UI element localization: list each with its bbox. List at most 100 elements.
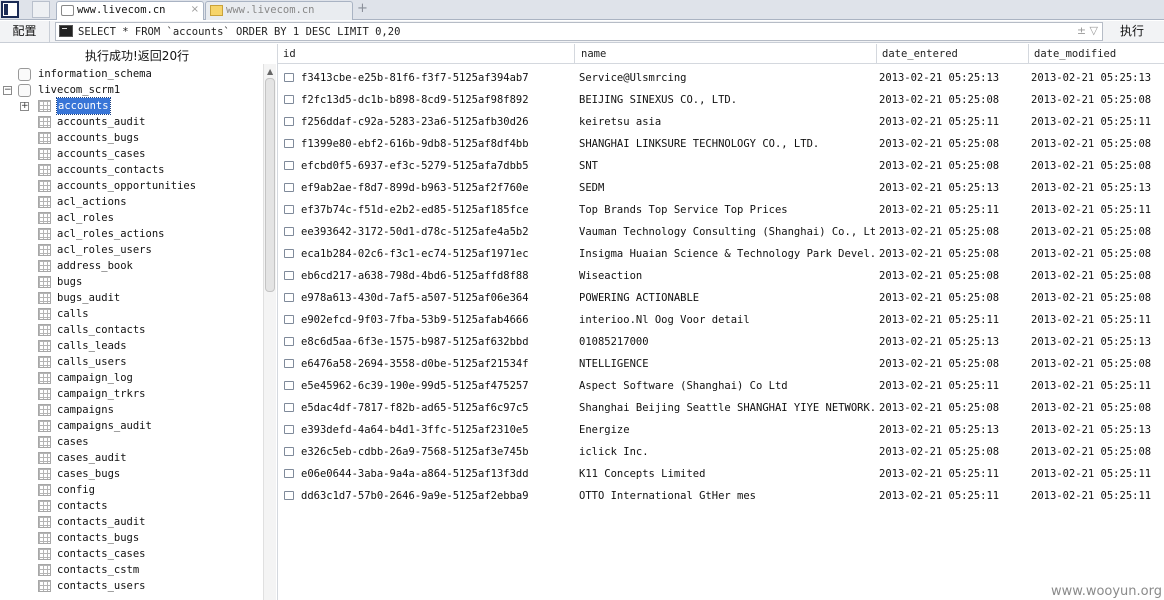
cell-date-entered[interactable]: 2013-02-21 05:25:11 bbox=[879, 485, 1027, 507]
cell-name[interactable]: Insigma Huaian Science & Technology Park… bbox=[579, 243, 875, 265]
cell-date-modified[interactable]: 2013-02-21 05:25:08 bbox=[1031, 243, 1164, 265]
cell-name[interactable]: SNT bbox=[579, 155, 875, 177]
tree-table-item[interactable]: + accounts bbox=[0, 97, 262, 115]
cell-name[interactable]: Wiseaction bbox=[579, 265, 875, 287]
table-row[interactable]: e5e45962-6c39-190e-99d5-5125af475257 Aspe… bbox=[278, 375, 1164, 397]
tree-db-livecom-scrm1[interactable]: − livecom_scrm1 bbox=[0, 82, 262, 98]
row-checkbox[interactable] bbox=[284, 447, 294, 456]
table-row[interactable]: e06e0644-3aba-9a4a-a864-5125af13f3dd K11 … bbox=[278, 463, 1164, 485]
tree-table-item[interactable]: address_book bbox=[0, 258, 262, 274]
table-row[interactable]: eb6cd217-a638-798d-4bd6-5125affd8f88 Wise… bbox=[278, 265, 1164, 287]
table-row[interactable]: e6476a58-2694-3558-d0be-5125af21534f NTEL… bbox=[278, 353, 1164, 375]
tree-table-item[interactable]: calls bbox=[0, 306, 262, 322]
tree-table-item[interactable]: cases_bugs bbox=[0, 466, 262, 482]
cell-date-modified[interactable]: 2013-02-21 05:25:08 bbox=[1031, 397, 1164, 419]
cell-id[interactable]: e8c6d5aa-6f3e-1575-b987-5125af632bbd bbox=[301, 331, 571, 353]
row-checkbox[interactable] bbox=[284, 117, 294, 126]
cell-id[interactable]: e5dac4df-7817-f82b-ad65-5125af6c97c5 bbox=[301, 397, 571, 419]
table-row[interactable]: f2fc13d5-dc1b-b898-8cd9-5125af98f892 BEIJ… bbox=[278, 89, 1164, 111]
cell-name[interactable]: BEIJING SINEXUS CO., LTD. bbox=[579, 89, 875, 111]
cell-id[interactable]: f2fc13d5-dc1b-b898-8cd9-5125af98f892 bbox=[301, 89, 571, 111]
tree-table-item[interactable]: contacts_cases bbox=[0, 546, 262, 562]
cell-date-modified[interactable]: 2013-02-21 05:25:08 bbox=[1031, 287, 1164, 309]
row-checkbox[interactable] bbox=[284, 73, 294, 82]
cell-id[interactable]: e6476a58-2694-3558-d0be-5125af21534f bbox=[301, 353, 571, 375]
cell-date-entered[interactable]: 2013-02-21 05:25:08 bbox=[879, 265, 1027, 287]
panel-toggle-icon[interactable] bbox=[1, 1, 19, 18]
tree-table-item[interactable]: bugs bbox=[0, 274, 262, 290]
cell-id[interactable]: ef9ab2ae-f8d7-899d-b963-5125af2f760e bbox=[301, 177, 571, 199]
cell-name[interactable]: Vauman Technology Consulting (Shanghai) … bbox=[579, 221, 875, 243]
cell-date-entered[interactable]: 2013-02-21 05:25:08 bbox=[879, 133, 1027, 155]
history-dropdown-icon[interactable]: ± ▽ bbox=[1077, 24, 1098, 37]
cell-name[interactable]: 01085217000 bbox=[579, 331, 875, 353]
table-row[interactable]: e326c5eb-cdbb-26a9-7568-5125af3e745b icli… bbox=[278, 441, 1164, 463]
sql-input[interactable] bbox=[76, 23, 1066, 40]
cell-date-entered[interactable]: 2013-02-21 05:25:08 bbox=[879, 155, 1027, 177]
cell-name[interactable]: interioo.Nl Oog Voor detail bbox=[579, 309, 875, 331]
row-checkbox[interactable] bbox=[284, 469, 294, 478]
cell-id[interactable]: efcbd0f5-6937-ef3c-5279-5125afa7dbb5 bbox=[301, 155, 571, 177]
tree-table-item[interactable]: calls_users bbox=[0, 354, 262, 370]
tab-inactive[interactable]: www.livecom.cn bbox=[205, 1, 353, 20]
row-checkbox[interactable] bbox=[284, 359, 294, 368]
row-checkbox[interactable] bbox=[284, 315, 294, 324]
cell-name[interactable]: Shanghai Beijing Seattle SHANGHAI YIYE N… bbox=[579, 397, 875, 419]
column-header-date-modified[interactable]: date_modified bbox=[1034, 48, 1116, 60]
cell-date-entered[interactable]: 2013-02-21 05:25:13 bbox=[879, 177, 1027, 199]
cell-id[interactable]: e06e0644-3aba-9a4a-a864-5125af13f3dd bbox=[301, 463, 571, 485]
cell-name[interactable]: Energize bbox=[579, 419, 875, 441]
tree-table-item[interactable]: accounts_contacts bbox=[0, 162, 262, 178]
table-row[interactable]: f3413cbe-e25b-81f6-f3f7-5125af394ab7 Serv… bbox=[278, 67, 1164, 89]
cell-date-modified[interactable]: 2013-02-21 05:25:08 bbox=[1031, 221, 1164, 243]
tab-active[interactable]: www.livecom.cn × bbox=[56, 1, 204, 20]
cell-date-modified[interactable]: 2013-02-21 05:25:08 bbox=[1031, 155, 1164, 177]
cell-name[interactable]: keiretsu asia bbox=[579, 111, 875, 133]
cell-date-modified[interactable]: 2013-02-21 05:25:08 bbox=[1031, 133, 1164, 155]
cell-id[interactable]: f3413cbe-e25b-81f6-f3f7-5125af394ab7 bbox=[301, 67, 571, 89]
window-icon[interactable] bbox=[32, 1, 50, 18]
cell-date-modified[interactable]: 2013-02-21 05:25:13 bbox=[1031, 331, 1164, 353]
cell-id[interactable]: eca1b284-02c6-f3c1-ec74-5125af1971ec bbox=[301, 243, 571, 265]
tree-table-item[interactable]: calls_leads bbox=[0, 338, 262, 354]
cell-date-entered[interactable]: 2013-02-21 05:25:11 bbox=[879, 199, 1027, 221]
cell-date-modified[interactable]: 2013-02-21 05:25:13 bbox=[1031, 419, 1164, 441]
row-checkbox[interactable] bbox=[284, 271, 294, 280]
cell-id[interactable]: eb6cd217-a638-798d-4bd6-5125affd8f88 bbox=[301, 265, 571, 287]
close-icon[interactable]: × bbox=[191, 4, 199, 15]
cell-date-entered[interactable]: 2013-02-21 05:25:11 bbox=[879, 111, 1027, 133]
tree-scrollbar[interactable]: ▲ bbox=[263, 64, 276, 600]
new-tab-icon[interactable]: + bbox=[357, 1, 368, 16]
row-checkbox[interactable] bbox=[284, 183, 294, 192]
row-checkbox[interactable] bbox=[284, 139, 294, 148]
cell-id[interactable]: e326c5eb-cdbb-26a9-7568-5125af3e745b bbox=[301, 441, 571, 463]
cell-date-modified[interactable]: 2013-02-21 05:25:11 bbox=[1031, 199, 1164, 221]
cell-name[interactable]: POWERING ACTIONABLE bbox=[579, 287, 875, 309]
cell-id[interactable]: e978a613-430d-7af5-a507-5125af06e364 bbox=[301, 287, 571, 309]
execute-button[interactable]: 执行 bbox=[1106, 21, 1158, 42]
cell-date-entered[interactable]: 2013-02-21 05:25:13 bbox=[879, 419, 1027, 441]
table-row[interactable]: efcbd0f5-6937-ef3c-5279-5125afa7dbb5 SNT 2… bbox=[278, 155, 1164, 177]
cell-name[interactable]: K11 Concepts Limited bbox=[579, 463, 875, 485]
scrollbar-thumb[interactable] bbox=[265, 78, 275, 292]
tree-table-item[interactable]: campaign_log bbox=[0, 370, 262, 386]
table-row[interactable]: e902efcd-9f03-7fba-53b9-5125afab4666 inte… bbox=[278, 309, 1164, 331]
config-button[interactable]: 配置 bbox=[0, 21, 50, 42]
cell-id[interactable]: e5e45962-6c39-190e-99d5-5125af475257 bbox=[301, 375, 571, 397]
tree-table-item[interactable]: contacts_cstm bbox=[0, 562, 262, 578]
table-row[interactable]: ef9ab2ae-f8d7-899d-b963-5125af2f760e SEDM… bbox=[278, 177, 1164, 199]
tree-table-item[interactable]: accounts_opportunities bbox=[0, 178, 262, 194]
tree-table-item[interactable]: acl_roles_actions bbox=[0, 226, 262, 242]
cell-name[interactable]: SEDM bbox=[579, 177, 875, 199]
cell-date-entered[interactable]: 2013-02-21 05:25:08 bbox=[879, 353, 1027, 375]
table-row[interactable]: ee393642-3172-50d1-d78c-5125afe4a5b2 Vaum… bbox=[278, 221, 1164, 243]
tree-table-item[interactable]: contacts_audit bbox=[0, 514, 262, 530]
tree-table-item[interactable]: accounts_bugs bbox=[0, 130, 262, 146]
cell-date-modified[interactable]: 2013-02-21 05:25:11 bbox=[1031, 375, 1164, 397]
table-row[interactable]: ef37b74c-f51d-e2b2-ed85-5125af185fce Top … bbox=[278, 199, 1164, 221]
cell-name[interactable]: OTTO International GtHer mes bbox=[579, 485, 875, 507]
tree-table-item[interactable]: campaigns_audit bbox=[0, 418, 262, 434]
table-row[interactable]: f1399e80-ebf2-616b-9db8-5125af8df4bb SHAN… bbox=[278, 133, 1164, 155]
tree-table-item[interactable]: contacts bbox=[0, 498, 262, 514]
cell-date-entered[interactable]: 2013-02-21 05:25:08 bbox=[879, 221, 1027, 243]
